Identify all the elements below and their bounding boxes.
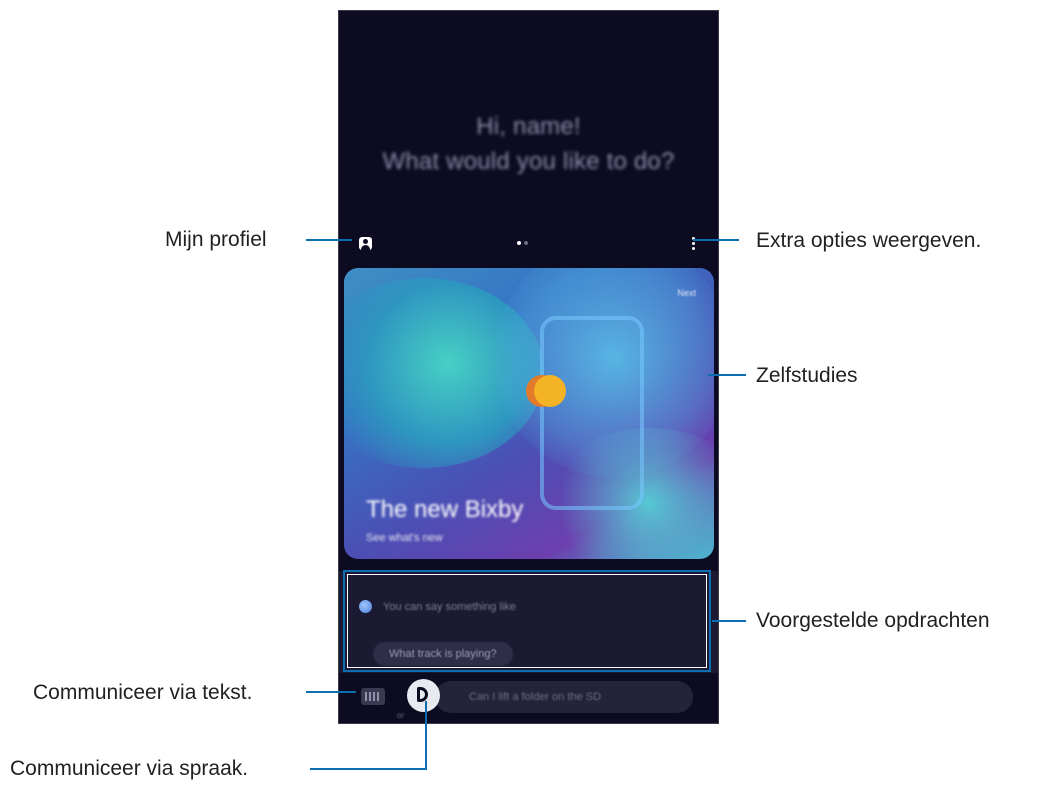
more-options-label: Extra opties weergeven.	[756, 229, 982, 252]
phone-illustration	[540, 316, 644, 510]
greeting-line-2: What would you like to do?	[382, 148, 675, 175]
page-dot-active	[517, 241, 521, 245]
top-toolbar	[339, 237, 718, 250]
tutorials-label: Zelfstudies	[756, 364, 858, 387]
card-title: The new Bixby	[366, 496, 524, 523]
input-bar: Can I lift a folder on the SD or	[339, 676, 718, 723]
page-dot	[524, 241, 528, 245]
card-badge[interactable]: Next	[677, 288, 696, 298]
profile-callout-line	[306, 239, 352, 241]
card-subtitle: See what's new	[366, 532, 443, 544]
input-caption: or	[397, 711, 405, 720]
voice-button[interactable]	[407, 679, 440, 712]
tutorials-callout-line	[708, 374, 746, 376]
command-input-text: Can I lift a folder on the SD	[469, 691, 602, 703]
page-indicator	[517, 241, 541, 246]
suggestions-callout-line	[712, 620, 746, 622]
more-options-callout-line	[693, 239, 739, 241]
greeting-line-1: Hi, name!	[476, 113, 581, 140]
profile-label: Mijn profiel	[165, 228, 267, 251]
bixby-icon	[417, 687, 428, 702]
text-input-callout-line	[306, 691, 356, 693]
suggestions-highlight	[343, 570, 711, 672]
voice-input-callout-hline	[310, 768, 427, 770]
suggestions-label: Voorgestelde opdrachten	[756, 609, 990, 632]
voice-input-callout-vline	[425, 701, 427, 769]
tutorial-card[interactable]: Next The new Bixby See what's new	[344, 268, 714, 559]
profile-icon[interactable]	[359, 237, 372, 250]
command-input[interactable]: Can I lift a folder on the SD	[435, 681, 693, 713]
voice-input-label: Communiceer via spraak.	[10, 757, 249, 780]
keyboard-icon[interactable]	[361, 688, 385, 705]
text-input-label: Communiceer via tekst.	[33, 681, 253, 704]
